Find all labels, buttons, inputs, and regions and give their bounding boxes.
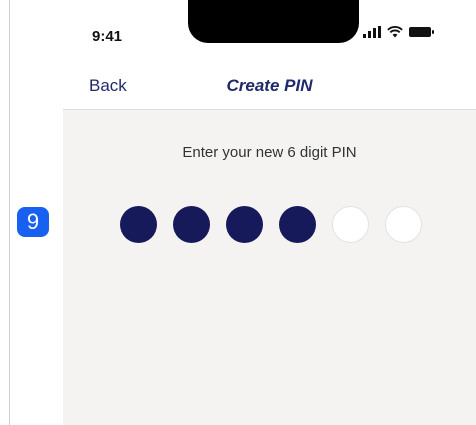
pin-dot-filled xyxy=(173,206,210,243)
status-time: 9:41 xyxy=(92,28,123,45)
pin-dot-filled xyxy=(226,206,263,243)
status-bar: 9:41 xyxy=(63,0,476,60)
pin-dot-filled xyxy=(120,206,157,243)
pin-entry-panel: Enter your new 6 digit PIN xyxy=(63,110,476,425)
pin-dot-empty xyxy=(332,206,369,243)
pin-dot-empty xyxy=(385,206,422,243)
pin-dots[interactable] xyxy=(120,206,422,243)
wifi-icon xyxy=(387,26,403,38)
step-number-badge: 9 xyxy=(17,207,49,237)
signal-icon xyxy=(363,26,381,38)
page-title: Create PIN xyxy=(226,76,313,95)
pin-dot-filled xyxy=(279,206,316,243)
pin-prompt: Enter your new 6 digit PIN xyxy=(182,144,357,161)
frame-divider xyxy=(9,0,10,425)
navigation-bar: Back Create PIN xyxy=(63,60,476,110)
status-icons xyxy=(363,26,435,38)
battery-icon xyxy=(409,27,434,37)
phone-screen: 9:41 Back Create PIN Enter your new 6 di… xyxy=(63,0,476,425)
device-notch xyxy=(188,0,359,43)
